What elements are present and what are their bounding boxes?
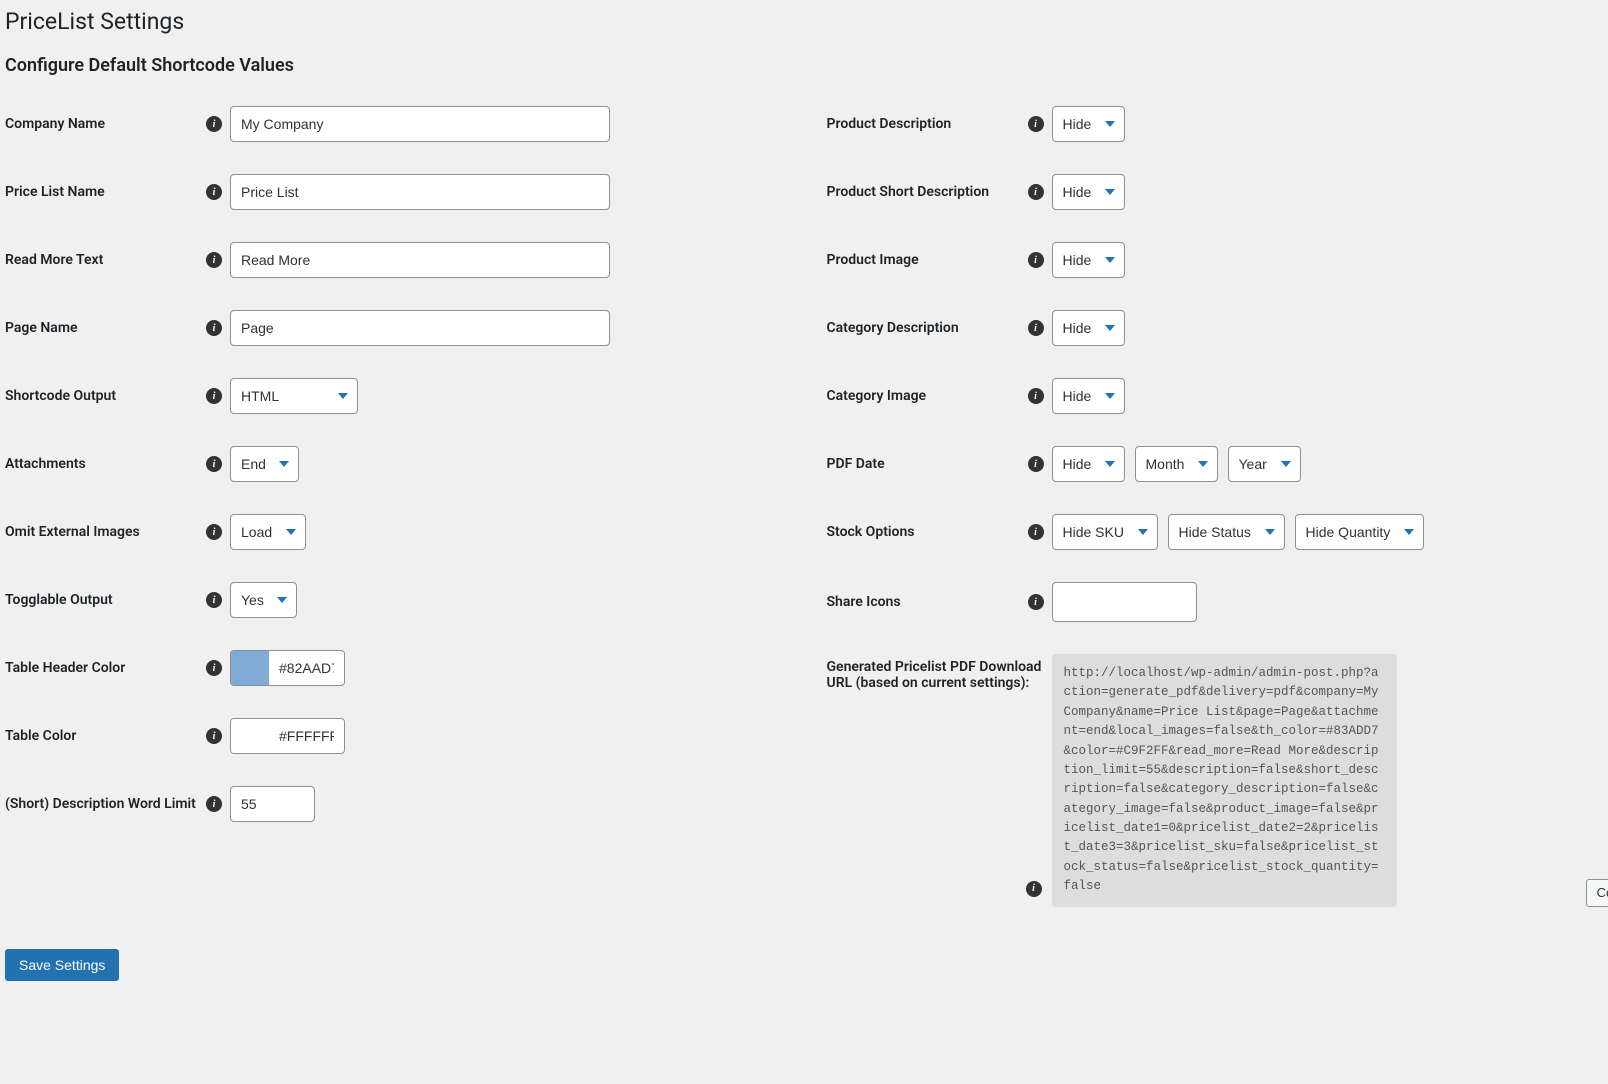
info-icon[interactable]: i: [1028, 456, 1044, 472]
info-icon[interactable]: i: [1028, 116, 1044, 132]
product-image-label: Product Image: [827, 252, 919, 268]
desc-word-limit-input[interactable]: [230, 786, 315, 822]
price-list-name-input[interactable]: [230, 174, 610, 210]
pdf-date-year-select[interactable]: Year: [1228, 446, 1301, 482]
save-settings-button[interactable]: Save Settings: [5, 949, 119, 981]
page-name-input[interactable]: [230, 310, 610, 346]
share-icons-label: Share Icons: [827, 594, 901, 610]
stock-quantity-select[interactable]: Hide Quantity: [1295, 514, 1424, 550]
company-name-label: Company Name: [5, 116, 105, 132]
table-color-swatch[interactable]: [231, 719, 269, 753]
pdf-date-month-select[interactable]: Month: [1135, 446, 1218, 482]
desc-word-limit-label: (Short) Description Word Limit: [5, 796, 196, 812]
product-short-description-label: Product Short Description: [827, 184, 990, 200]
product-description-label: Product Description: [827, 116, 952, 132]
category-image-label: Category Image: [827, 388, 927, 404]
right-column: Product Description i Hide Product Short…: [827, 106, 1589, 939]
product-description-select[interactable]: Hide: [1052, 106, 1125, 142]
subtitle: Configure Default Shortcode Values: [5, 55, 1588, 76]
info-icon[interactable]: i: [1028, 388, 1044, 404]
page-name-label: Page Name: [5, 320, 78, 336]
info-icon[interactable]: i: [206, 796, 222, 812]
page-title: PriceList Settings: [5, 0, 1588, 35]
category-description-select[interactable]: Hide: [1052, 310, 1125, 346]
info-icon[interactable]: i: [206, 660, 222, 676]
info-icon[interactable]: i: [1026, 881, 1042, 897]
company-name-input[interactable]: [230, 106, 610, 142]
product-image-select[interactable]: Hide: [1052, 242, 1125, 278]
shortcode-output-select[interactable]: HTML: [230, 378, 358, 414]
product-short-description-select[interactable]: Hide: [1052, 174, 1125, 210]
left-column: Company Name i Price List Name i Read Mo…: [5, 106, 767, 939]
table-header-color-label: Table Header Color: [5, 660, 125, 676]
info-icon[interactable]: i: [206, 184, 222, 200]
info-icon[interactable]: i: [1028, 252, 1044, 268]
omit-external-images-select[interactable]: Load: [230, 514, 306, 550]
info-icon[interactable]: i: [206, 456, 222, 472]
stock-sku-select[interactable]: Hide SKU: [1052, 514, 1158, 550]
pdf-date-label: PDF Date: [827, 456, 885, 472]
table-header-color-input[interactable]: [269, 651, 344, 685]
info-icon[interactable]: i: [206, 116, 222, 132]
togglable-output-label: Togglable Output: [5, 592, 113, 608]
pdf-date-hide-select[interactable]: Hide: [1052, 446, 1125, 482]
omit-external-images-label: Omit External Images: [5, 524, 140, 540]
info-icon[interactable]: i: [1028, 594, 1044, 610]
info-icon[interactable]: i: [206, 252, 222, 268]
read-more-text-input[interactable]: [230, 242, 610, 278]
generated-url-label: Generated Pricelist PDF Download URL (ba…: [827, 659, 1044, 691]
share-icons-box[interactable]: [1052, 582, 1197, 622]
category-image-select[interactable]: Hide: [1052, 378, 1125, 414]
table-color-input[interactable]: [269, 719, 344, 753]
info-icon[interactable]: i: [206, 728, 222, 744]
info-icon[interactable]: i: [206, 320, 222, 336]
info-icon[interactable]: i: [206, 592, 222, 608]
table-color-label: Table Color: [5, 728, 76, 744]
stock-options-label: Stock Options: [827, 524, 915, 540]
price-list-name-label: Price List Name: [5, 184, 105, 200]
info-icon[interactable]: i: [1028, 320, 1044, 336]
shortcode-output-label: Shortcode Output: [5, 388, 116, 404]
togglable-output-select[interactable]: Yes: [230, 582, 297, 618]
read-more-text-label: Read More Text: [5, 252, 103, 268]
info-icon[interactable]: i: [1028, 184, 1044, 200]
table-header-color-swatch[interactable]: [231, 651, 269, 685]
copy-button[interactable]: Copy: [1586, 879, 1608, 907]
attachments-label: Attachments: [5, 456, 86, 472]
info-icon[interactable]: i: [206, 524, 222, 540]
info-icon[interactable]: i: [206, 388, 222, 404]
stock-status-select[interactable]: Hide Status: [1168, 514, 1285, 550]
generated-url-box: http://localhost/wp-admin/admin-post.php…: [1052, 654, 1397, 907]
info-icon[interactable]: i: [1028, 524, 1044, 540]
attachments-select[interactable]: End: [230, 446, 299, 482]
category-description-label: Category Description: [827, 320, 959, 336]
